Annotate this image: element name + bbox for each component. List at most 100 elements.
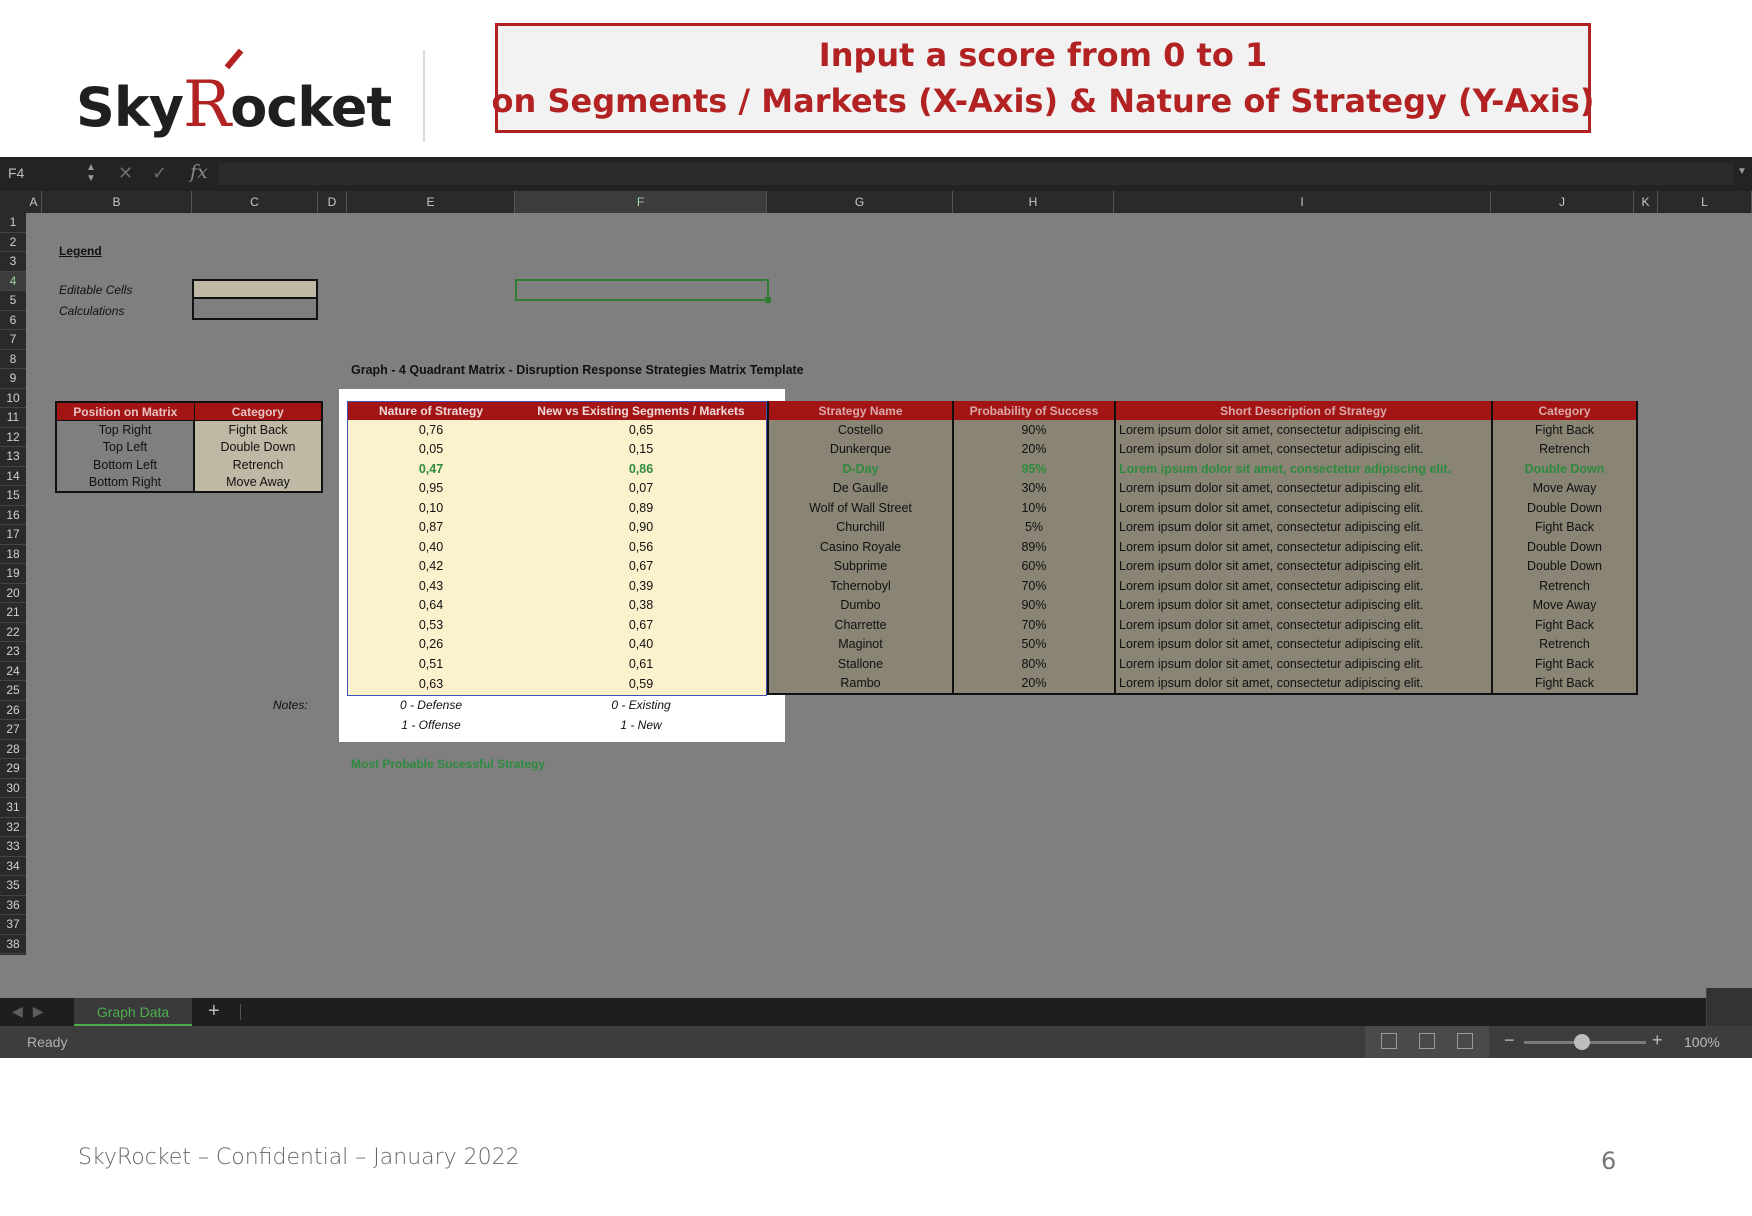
formula-input[interactable]	[218, 163, 1733, 185]
cell-probability[interactable]: 95%	[952, 459, 1115, 479]
column-header-l[interactable]: L	[1658, 191, 1752, 213]
header-probability[interactable]: Probability of Success	[952, 401, 1115, 420]
row-header-13[interactable]: 13	[0, 447, 26, 467]
cell-probability[interactable]: 70%	[952, 576, 1115, 596]
row-header-37[interactable]: 37	[0, 915, 26, 935]
pos-cell-category[interactable]: Double Down	[194, 438, 322, 456]
cell-description[interactable]: Lorem ipsum dolor sit amet, consectetur …	[1114, 517, 1492, 537]
pos-cell-position[interactable]: Top Left	[56, 438, 195, 456]
cell-strategy-name[interactable]: Dunkerque	[767, 439, 953, 459]
cell-description[interactable]: Lorem ipsum dolor sit amet, consectetur …	[1114, 673, 1492, 695]
column-header-c[interactable]: C	[192, 191, 318, 213]
cell-description[interactable]: Lorem ipsum dolor sit amet, consectetur …	[1114, 654, 1492, 674]
row-header-16[interactable]: 16	[0, 506, 26, 525]
row-header-38[interactable]: 38	[0, 935, 26, 954]
row-header-15[interactable]: 15	[0, 486, 26, 506]
row-header-19[interactable]: 19	[0, 564, 26, 584]
cell-strategy-name[interactable]: Casino Royale	[767, 537, 953, 557]
cell-category[interactable]: Double Down	[1491, 556, 1638, 576]
cell-category[interactable]: Retrench	[1491, 439, 1638, 459]
column-header-b[interactable]: B	[42, 191, 192, 213]
cell-description[interactable]: Lorem ipsum dolor sit amet, consectetur …	[1114, 556, 1492, 576]
horizontal-scroll-area[interactable]	[1706, 988, 1752, 1026]
column-header-k[interactable]: K	[1634, 191, 1658, 213]
cell-strategy-name[interactable]: Maginot	[767, 634, 953, 654]
column-header-g[interactable]: G	[767, 191, 953, 213]
header-category[interactable]: Category	[1491, 401, 1638, 420]
zoom-in-button[interactable]: +	[1652, 1030, 1663, 1051]
zoom-level[interactable]: 100%	[1684, 1034, 1720, 1050]
cell-probability[interactable]: 20%	[952, 439, 1115, 459]
name-box-spinner-icon[interactable]: ▲ ▼	[86, 162, 96, 184]
header-description[interactable]: Short Description of Strategy	[1114, 401, 1492, 420]
column-header-a[interactable]: A	[26, 191, 42, 213]
row-header-12[interactable]: 12	[0, 428, 26, 447]
pos-cell-position[interactable]: Bottom Right	[56, 473, 195, 492]
cell-strategy-name[interactable]: D-Day	[767, 459, 953, 479]
row-header-36[interactable]: 36	[0, 896, 26, 915]
cell-description[interactable]: Lorem ipsum dolor sit amet, consectetur …	[1114, 615, 1492, 635]
name-box[interactable]: F4	[8, 165, 82, 183]
pos-cell-position[interactable]: Top Right	[56, 420, 195, 439]
cell-category[interactable]: Fight Back	[1491, 517, 1638, 537]
cell-category[interactable]: Fight Back	[1491, 673, 1638, 695]
pos-header-category[interactable]: Category	[193, 401, 323, 421]
row-header-17[interactable]: 17	[0, 525, 26, 545]
pos-cell-category[interactable]: Retrench	[194, 456, 322, 474]
row-header-11[interactable]: 11	[0, 408, 26, 428]
row-header-2[interactable]: 2	[0, 233, 26, 252]
cell-strategy-name[interactable]: Dumbo	[767, 595, 953, 615]
cell-probability[interactable]: 80%	[952, 654, 1115, 674]
expand-formula-bar-icon[interactable]: ▼	[1737, 166, 1747, 177]
cell-category[interactable]: Double Down	[1491, 459, 1638, 479]
row-header-4[interactable]: 4	[0, 271, 26, 291]
cell-probability[interactable]: 10%	[952, 498, 1115, 518]
row-header-33[interactable]: 33	[0, 837, 26, 857]
cell-strategy-name[interactable]: Tchernobyl	[767, 576, 953, 596]
row-header-5[interactable]: 5	[0, 291, 26, 311]
row-header-20[interactable]: 20	[0, 584, 26, 603]
legend-editable-swatch[interactable]	[192, 279, 318, 299]
normal-view-icon[interactable]	[1381, 1033, 1397, 1049]
row-header-22[interactable]: 22	[0, 623, 26, 642]
add-sheet-button[interactable]: +	[208, 1000, 220, 1023]
cell-probability[interactable]: 5%	[952, 517, 1115, 537]
row-header-3[interactable]: 3	[0, 252, 26, 272]
row-header-10[interactable]: 10	[0, 389, 26, 408]
cell-description[interactable]: Lorem ipsum dolor sit amet, consectetur …	[1114, 634, 1492, 654]
cell-probability[interactable]: 90%	[952, 420, 1115, 440]
cell-strategy-name[interactable]: Rambo	[767, 673, 953, 695]
cell-category[interactable]: Move Away	[1491, 595, 1638, 615]
row-header-14[interactable]: 14	[0, 467, 26, 486]
cell-category[interactable]: Double Down	[1491, 537, 1638, 557]
cell-strategy-name[interactable]: Costello	[767, 420, 953, 440]
cell-strategy-name[interactable]: Wolf of Wall Street	[767, 498, 953, 518]
cell-description[interactable]: Lorem ipsum dolor sit amet, consectetur …	[1114, 459, 1492, 479]
row-header-25[interactable]: 25	[0, 681, 26, 701]
row-header-9[interactable]: 9	[0, 369, 26, 389]
row-header-30[interactable]: 30	[0, 779, 26, 798]
zoom-slider-thumb[interactable]	[1574, 1034, 1590, 1050]
cell-category[interactable]: Retrench	[1491, 576, 1638, 596]
row-header-39[interactable]: 39	[0, 954, 26, 955]
cancel-edit-icon[interactable]: ✕	[118, 163, 133, 184]
cell-category[interactable]: Fight Back	[1491, 420, 1638, 440]
cell-description[interactable]: Lorem ipsum dolor sit amet, consectetur …	[1114, 420, 1492, 440]
cell-category[interactable]: Fight Back	[1491, 654, 1638, 674]
column-header-h[interactable]: H	[953, 191, 1114, 213]
column-header-i[interactable]: I	[1114, 191, 1491, 213]
active-cell-f4[interactable]	[515, 279, 771, 303]
cell-probability[interactable]: 60%	[952, 556, 1115, 576]
row-header-35[interactable]: 35	[0, 876, 26, 896]
cell-strategy-name[interactable]: Churchill	[767, 517, 953, 537]
row-header-23[interactable]: 23	[0, 642, 26, 662]
cell-description[interactable]: Lorem ipsum dolor sit amet, consectetur …	[1114, 595, 1492, 615]
cell-description[interactable]: Lorem ipsum dolor sit amet, consectetur …	[1114, 537, 1492, 557]
row-header-18[interactable]: 18	[0, 545, 26, 564]
cell-description[interactable]: Lorem ipsum dolor sit amet, consectetur …	[1114, 439, 1492, 459]
confirm-edit-icon[interactable]: ✓	[152, 163, 167, 184]
sheet-tab-graph-data[interactable]: Graph Data	[74, 998, 192, 1026]
zoom-out-button[interactable]: −	[1504, 1030, 1515, 1051]
page-layout-view-icon[interactable]	[1419, 1033, 1435, 1049]
cell-strategy-name[interactable]: Subprime	[767, 556, 953, 576]
